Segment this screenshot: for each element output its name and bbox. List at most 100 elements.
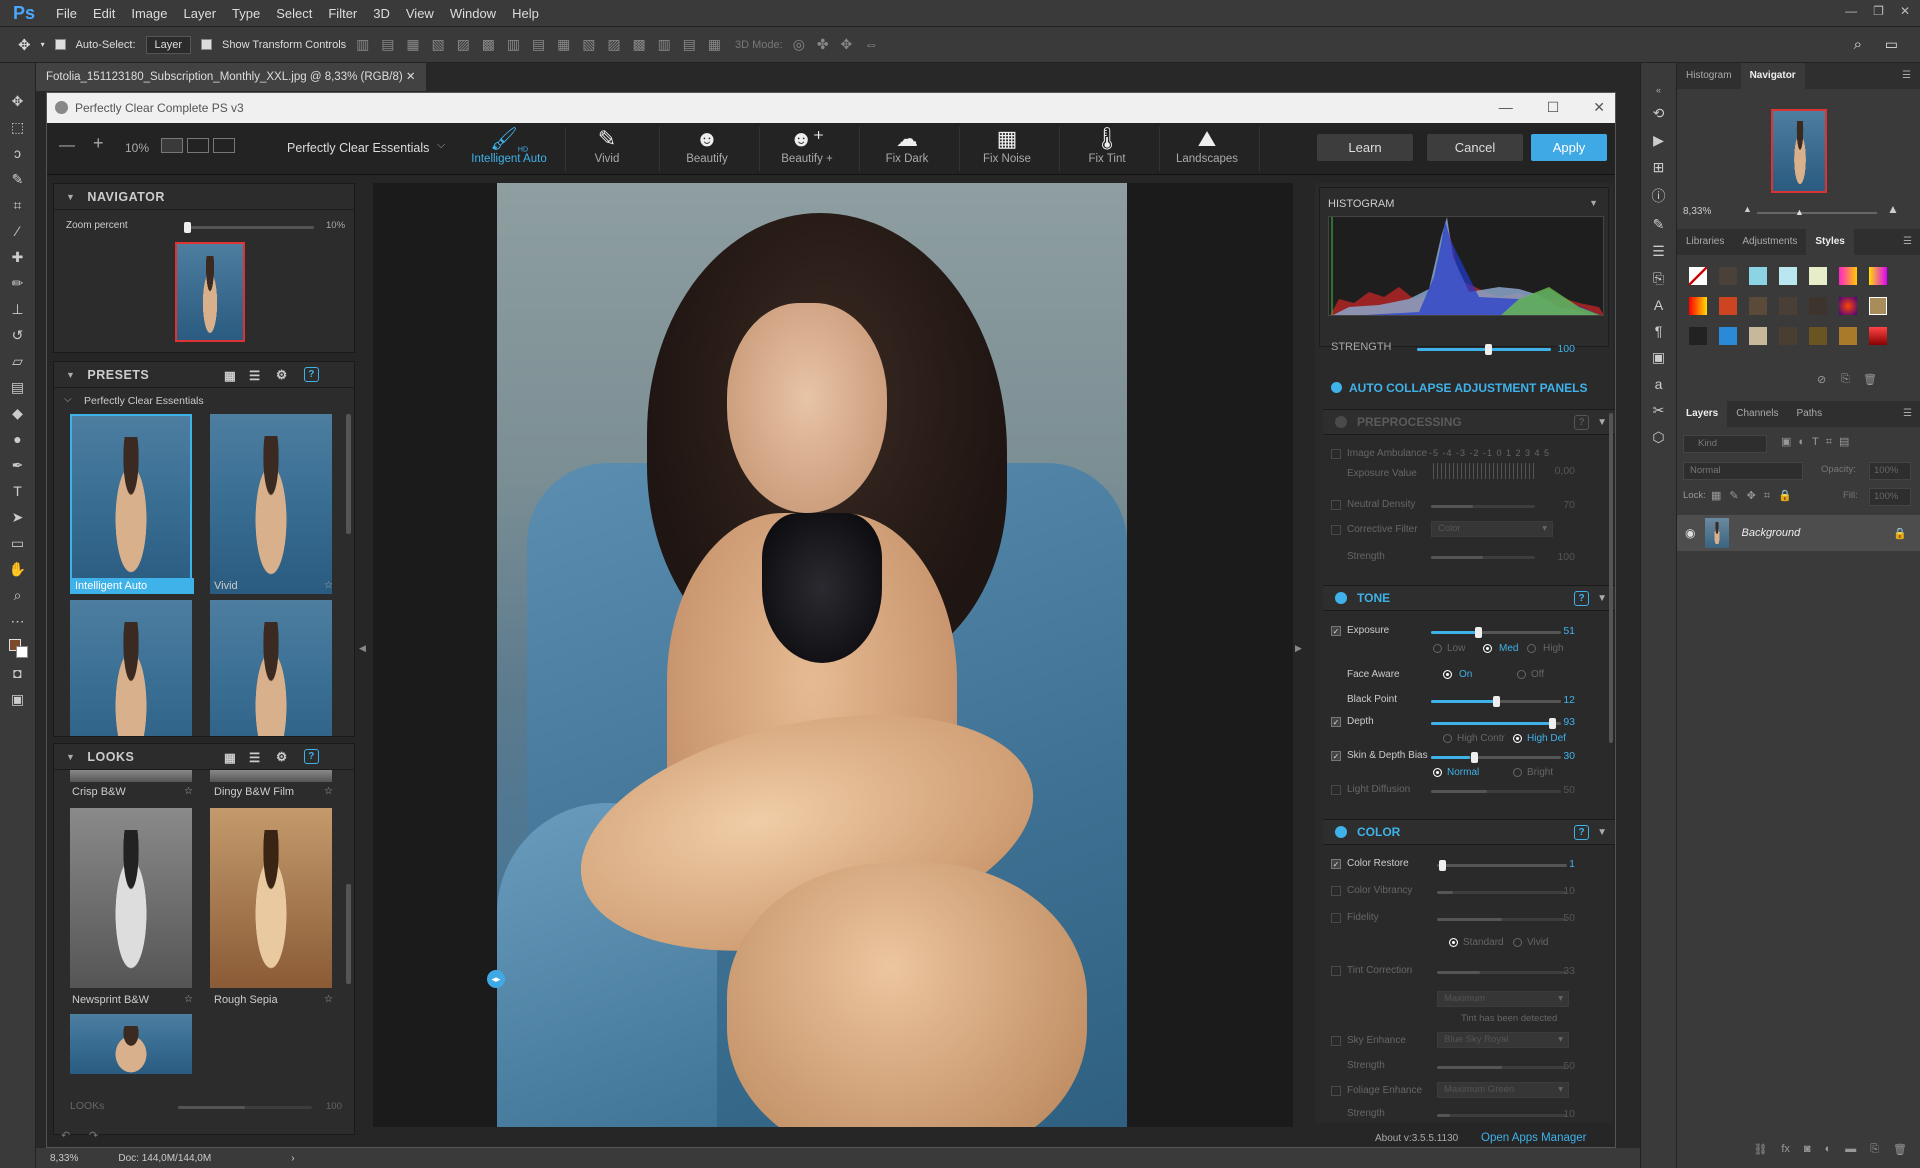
paragraph-icon[interactable]: ¶ <box>1655 323 1663 339</box>
shape-tool-icon[interactable]: ▭ <box>7 533 29 553</box>
color-header[interactable]: COLOR? ▼ <box>1323 819 1615 845</box>
menu-select[interactable]: Select <box>268 6 320 21</box>
style-swatch[interactable] <box>1689 327 1707 345</box>
navigator-preview[interactable] <box>1771 109 1827 193</box>
healing-tool-icon[interactable]: ✚ <box>7 247 29 267</box>
list-view-icon[interactable]: ☰ <box>249 368 261 383</box>
face-aware-off-radio[interactable] <box>1517 670 1526 679</box>
style-swatch[interactable] <box>1839 297 1857 315</box>
tool-vivid[interactable]: ✎ Vivid <box>557 123 657 175</box>
image-ambulance-checkbox[interactable] <box>1331 449 1341 459</box>
history-icon[interactable]: ⟲ <box>1653 105 1665 122</box>
corrective-filter-checkbox[interactable] <box>1331 525 1341 535</box>
minimize-icon[interactable]: — <box>1845 4 1857 18</box>
corrective-filter-dropdown[interactable]: Color <box>1431 521 1553 537</box>
path-select-icon[interactable]: ➤ <box>7 507 29 527</box>
neutral-density-checkbox[interactable] <box>1331 500 1341 510</box>
tab-paths[interactable]: Paths <box>1788 401 1832 427</box>
neutral-density-slider[interactable] <box>1431 505 1535 508</box>
tool-fix-noise[interactable]: ▦ Fix Noise <box>957 123 1057 175</box>
favorite-star-icon[interactable]: ☆ <box>324 786 333 797</box>
style-swatch[interactable] <box>1749 267 1767 285</box>
transform-controls-checkbox[interactable] <box>201 39 213 50</box>
status-arrow-icon[interactable]: › <box>291 1153 294 1164</box>
tab-adjustments[interactable]: Adjustments <box>1733 229 1806 255</box>
clear-style-icon[interactable]: ⊘ <box>1817 373 1826 386</box>
delete-layer-icon[interactable]: 🗑 <box>1893 1143 1907 1165</box>
stamp-tool-icon[interactable]: ⊥ <box>7 299 29 319</box>
undo-icon[interactable]: ↶ <box>61 1129 70 1142</box>
document-tab[interactable]: Fotolia_151123180_Subscription_Monthly_X… <box>36 63 426 91</box>
foliage-mode-dropdown[interactable]: Maximum Green <box>1437 1082 1569 1098</box>
preview-image[interactable] <box>497 183 1127 1127</box>
blend-mode-dropdown[interactable]: Normal <box>1683 462 1803 480</box>
move-tool-icon[interactable]: ✥ <box>7 91 29 111</box>
exposure-high-radio[interactable] <box>1527 644 1536 653</box>
style-swatch[interactable] <box>1719 297 1737 315</box>
cancel-button[interactable]: Cancel <box>1427 134 1523 161</box>
collapse-right-icon[interactable]: ▶ <box>1295 643 1302 654</box>
list-view-icon[interactable]: ☰ <box>249 750 261 765</box>
info-icon[interactable]: ⓘ <box>1652 186 1666 206</box>
3d-cube-icon[interactable]: ⬡ <box>1652 429 1664 446</box>
lasso-tool-icon[interactable]: ↄ <box>7 143 29 163</box>
tool-preset-chevron-icon[interactable]: ▾ <box>41 40 45 49</box>
opacity-input[interactable]: 100% <box>1869 462 1911 480</box>
menu-window[interactable]: Window <box>442 6 504 21</box>
style-swatch[interactable] <box>1869 327 1887 345</box>
gradient-tool-icon[interactable]: ▤ <box>7 377 29 397</box>
preset-group-chevron-icon[interactable]: ⌵ <box>437 139 445 152</box>
adjustments-scrollbar[interactable] <box>1609 413 1613 743</box>
style-swatch[interactable] <box>1779 327 1797 345</box>
panel-menu-icon[interactable]: ☰ <box>1893 63 1920 89</box>
exposure-slider[interactable] <box>1431 627 1561 638</box>
link-layers-icon[interactable]: ⛓ <box>1753 1143 1767 1165</box>
style-swatch[interactable] <box>1839 327 1857 345</box>
section-toggle[interactable] <box>1335 826 1347 838</box>
tab-layers[interactable]: Layers <box>1677 401 1728 427</box>
restore-icon[interactable]: ❐ <box>1873 4 1884 18</box>
depth-slider[interactable] <box>1431 718 1561 729</box>
add-mask-icon[interactable]: ◙ <box>1804 1143 1811 1165</box>
fidelity-checkbox[interactable] <box>1331 913 1341 923</box>
look-thumb-crisp-bw[interactable] <box>70 770 192 782</box>
exposure-checkbox[interactable]: ✓ <box>1331 626 1341 636</box>
zoom-out-icon[interactable]: — <box>59 137 75 155</box>
tool-beautify-plus[interactable]: ☻⁺ Beautify + <box>757 123 857 175</box>
quick-mask-icon[interactable]: ◘ <box>7 663 29 683</box>
panel-menu-icon[interactable]: ☰ <box>1894 229 1920 255</box>
redo-icon[interactable]: ↷ <box>89 1129 98 1142</box>
new-layer-icon[interactable]: ⎘ <box>1870 1143 1879 1165</box>
navigator-thumbnail[interactable] <box>175 242 245 342</box>
zoom-in-icon[interactable]: + <box>93 133 104 154</box>
actions-play-icon[interactable]: ▶ <box>1653 132 1664 149</box>
skin-normal-radio[interactable] <box>1433 768 1442 777</box>
tint-mode-dropdown[interactable]: Maximum <box>1437 991 1569 1007</box>
style-swatch[interactable] <box>1779 267 1797 285</box>
navigator-header[interactable]: ▼ NAVIGATOR <box>54 184 354 210</box>
style-swatch[interactable] <box>1719 267 1737 285</box>
history-brush-icon[interactable]: ↺ <box>7 325 29 345</box>
settings-gear-icon[interactable]: ⚙ <box>276 749 288 764</box>
style-swatch[interactable] <box>1689 267 1707 285</box>
menu-help[interactable]: Help <box>504 6 547 21</box>
single-view-icon[interactable] <box>161 138 183 153</box>
preset-thumb-3[interactable] <box>70 600 192 736</box>
looks-header[interactable]: ▼ LOOKS ▦ ☰ ⚙ ? <box>54 744 354 770</box>
help-icon[interactable]: ? <box>304 749 319 764</box>
side-view-icon[interactable] <box>213 138 235 153</box>
skin-depth-checkbox[interactable]: ✓ <box>1331 751 1341 761</box>
navigator-zoom-slider[interactable]: ▲ <box>1757 207 1877 217</box>
split-view-icon[interactable] <box>187 138 209 153</box>
look-thumb-dingy-bw[interactable] <box>210 770 332 782</box>
favorite-star-icon[interactable]: ☆ <box>184 994 193 1005</box>
collapse-panels-icon[interactable]: « <box>1656 85 1661 95</box>
tab-styles[interactable]: Styles <box>1806 229 1854 255</box>
exposure-low-radio[interactable] <box>1433 644 1442 653</box>
close-tab-icon[interactable]: ✕ <box>406 71 416 83</box>
close-icon[interactable]: ✕ <box>1593 99 1605 116</box>
looks-scrollbar[interactable] <box>346 884 351 984</box>
style-swatch[interactable] <box>1869 297 1887 315</box>
tool-fix-tint[interactable]: 🌡 Fix Tint <box>1057 123 1157 175</box>
new-style-icon[interactable]: ⎘ <box>1841 373 1850 386</box>
